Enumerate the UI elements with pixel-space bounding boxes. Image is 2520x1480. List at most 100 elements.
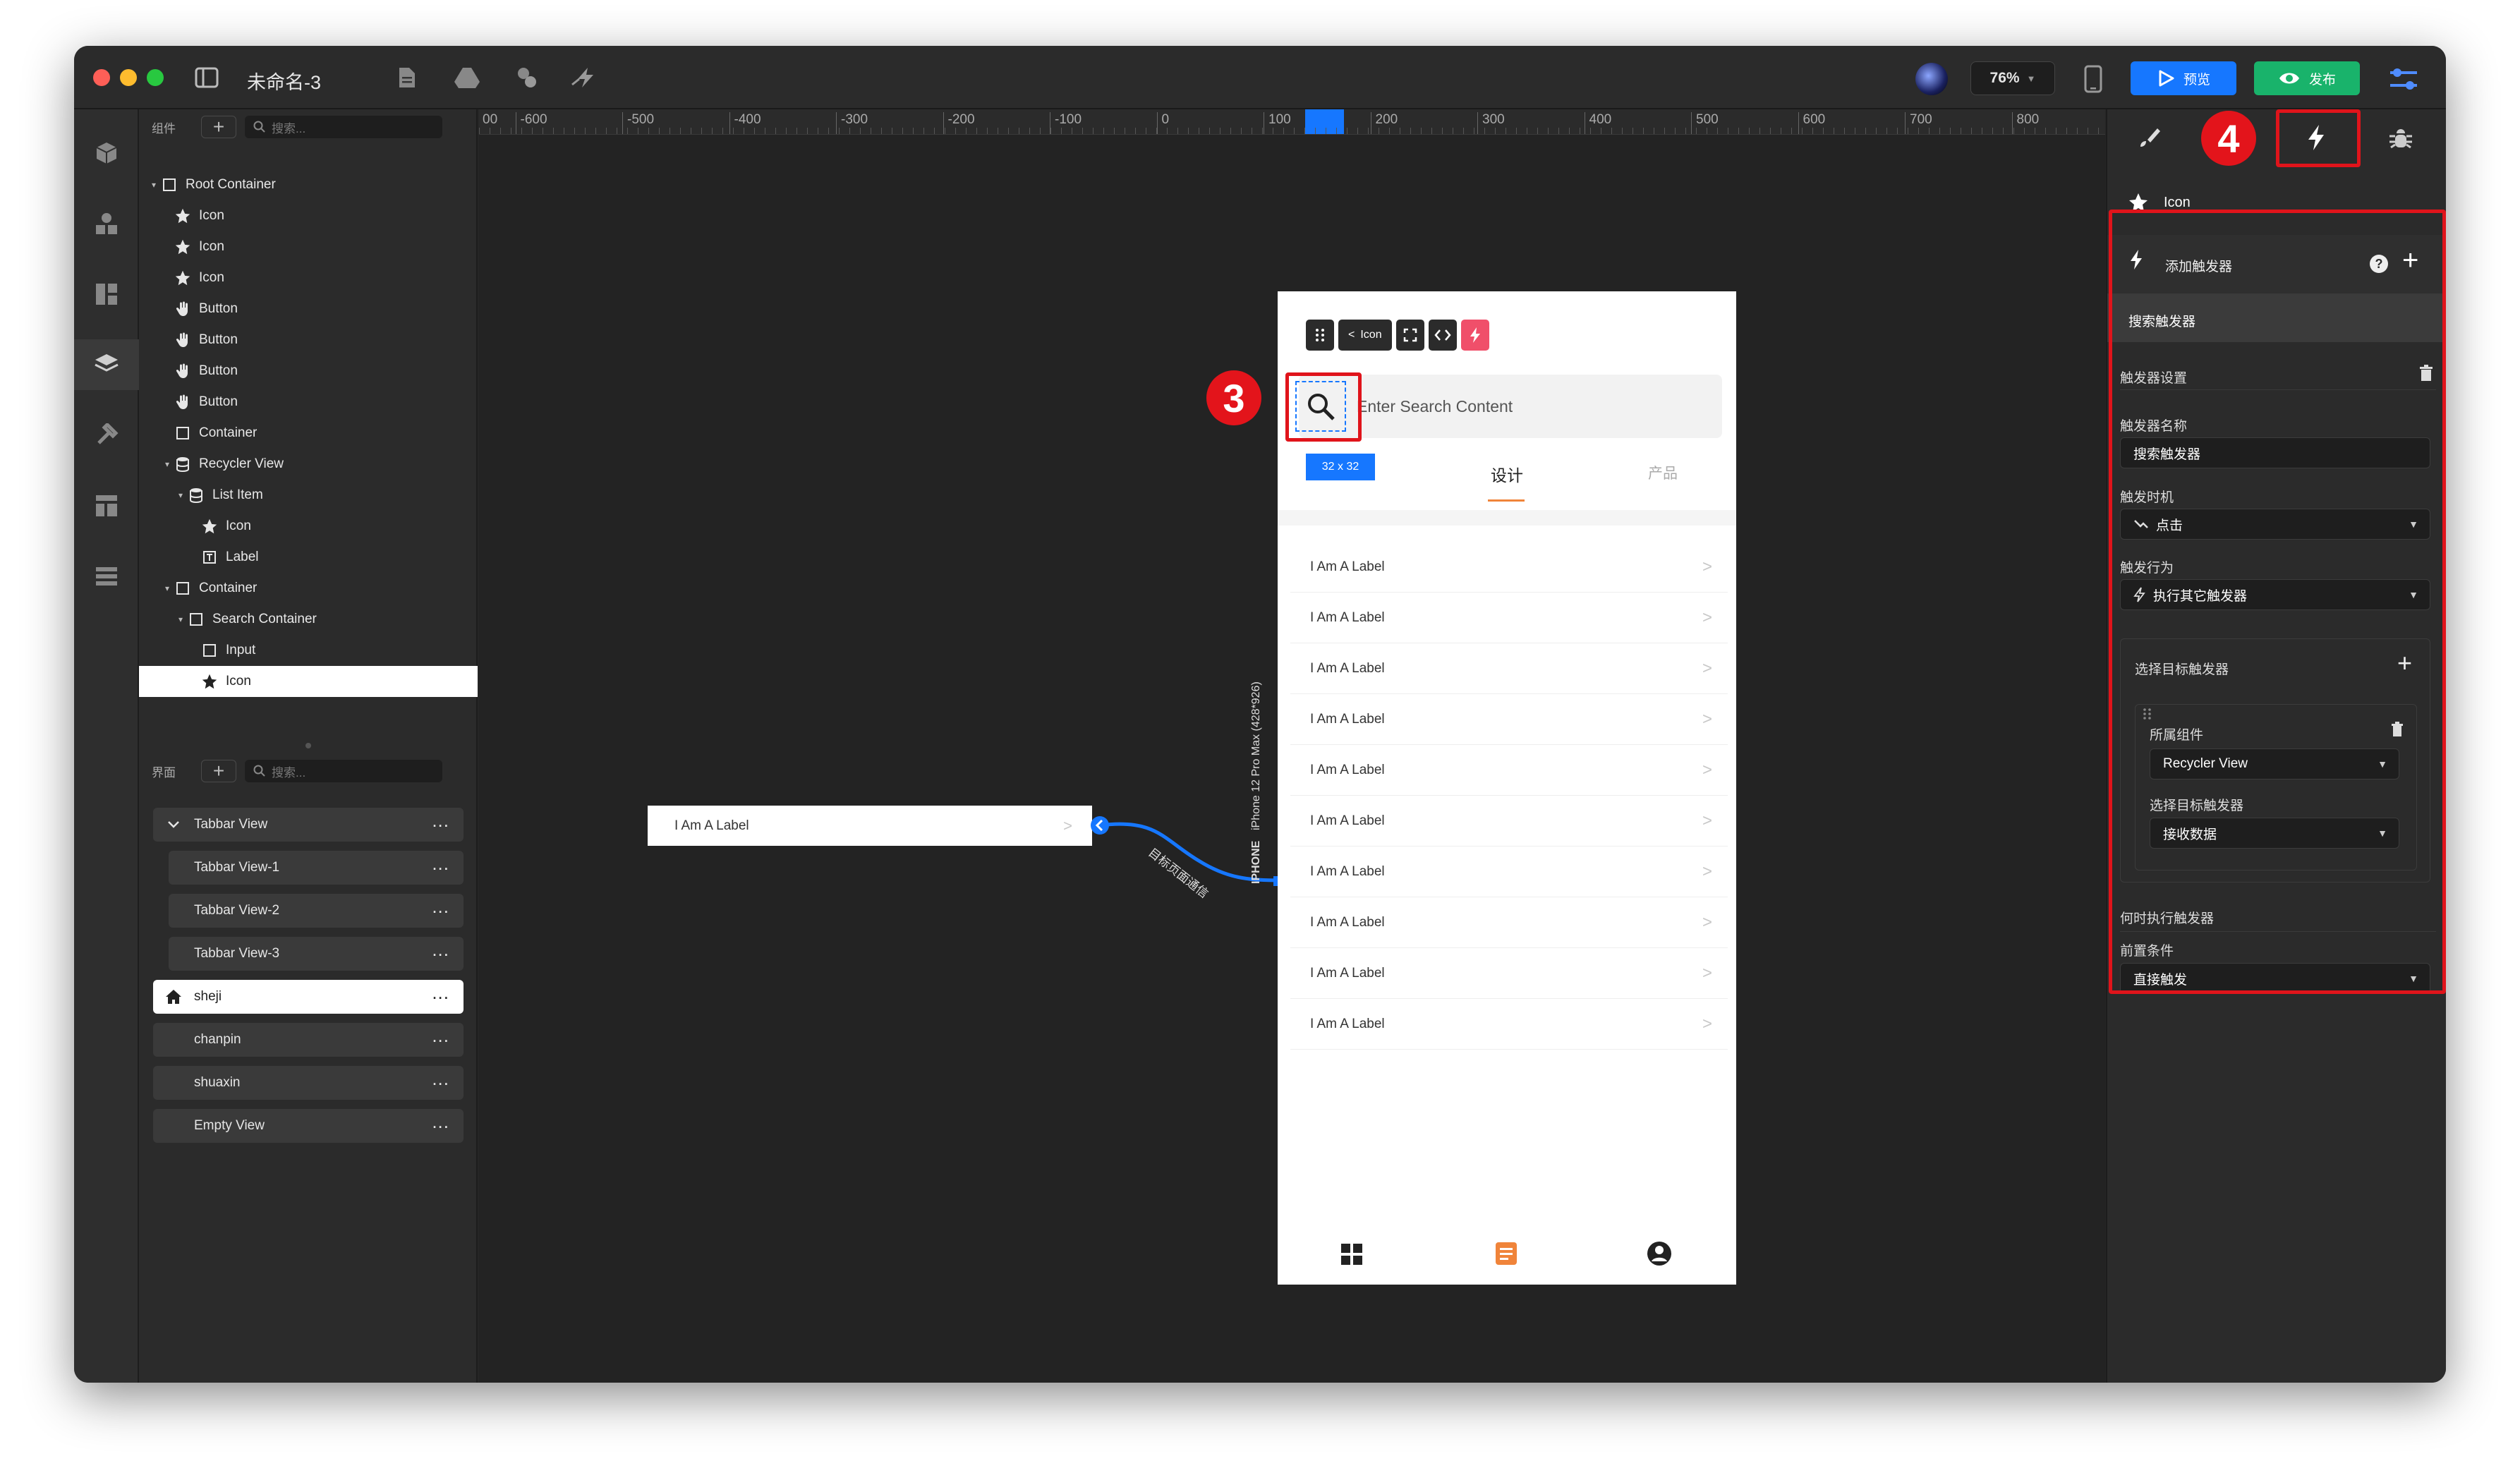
annotation-badge-4: 4	[2201, 111, 2256, 166]
list-item[interactable]: I Am A Label >	[1290, 897, 1728, 948]
more-options-icon[interactable]: ...	[432, 811, 449, 832]
more-options-icon[interactable]: ...	[432, 983, 449, 1005]
drive-icon[interactable]	[454, 65, 480, 90]
tab-product[interactable]: 产品	[1648, 462, 1678, 483]
layer-item[interactable]: Icon	[139, 666, 478, 697]
rail-layers-icon[interactable]	[74, 339, 139, 390]
layer-item[interactable]: Icon	[139, 262, 478, 293]
select-parent-button[interactable]: < Icon	[1338, 320, 1392, 351]
design-canvas[interactable]: 00 -600 -500 -400 -300 -200 -100 0 100 200 300 400 5…	[479, 109, 2105, 1383]
page-item[interactable]: Empty View...	[153, 1109, 464, 1143]
list-item[interactable]: I Am A Label >	[1290, 999, 1728, 1050]
layer-item[interactable]: Button	[139, 293, 478, 324]
more-options-icon[interactable]: ...	[432, 1069, 449, 1091]
expand-arrow-icon[interactable]: ▾	[162, 583, 172, 593]
layer-item[interactable]: ▾ Root Container	[139, 169, 478, 200]
search-input[interactable]: Enter Search Content	[1357, 397, 1513, 416]
ruler-minor-tick	[1167, 128, 1168, 134]
rail-template-icon[interactable]	[74, 480, 139, 531]
page-item[interactable]: Tabbar View-1...	[169, 851, 464, 885]
list-item[interactable]: I Am A Label >	[1290, 745, 1728, 796]
fullscreen-icon[interactable]	[1395, 320, 1424, 351]
list-item[interactable]: I Am A Label >	[1290, 643, 1728, 694]
close-window-button[interactable]	[93, 69, 110, 86]
components-icon[interactable]	[514, 65, 541, 90]
rail-layout-icon[interactable]	[74, 269, 139, 320]
rail-shapes-icon[interactable]	[74, 198, 139, 249]
layer-item[interactable]: Icon	[139, 200, 478, 231]
layer-item[interactable]: Button	[139, 324, 478, 356]
pages-header: 界面 + 搜索...	[139, 753, 478, 789]
publish-button[interactable]: 发布	[2254, 61, 2360, 95]
page-item[interactable]: chanpin...	[153, 1023, 464, 1057]
tabbar-profile-icon[interactable]	[1646, 1240, 1673, 1267]
page-item[interactable]: Tabbar View-2...	[169, 894, 464, 928]
more-options-icon[interactable]: ...	[432, 854, 449, 875]
page-search-input[interactable]: 搜索...	[245, 760, 442, 782]
list-item-label: I Am A Label	[1310, 1016, 1385, 1031]
add-component-button[interactable]: +	[201, 116, 236, 138]
expand-arrow-icon[interactable]: ▾	[149, 180, 159, 190]
tabbar-grid-icon[interactable]	[1340, 1242, 1364, 1266]
sidebar-toggle-icon[interactable]	[194, 66, 219, 90]
rail-data-icon[interactable]	[74, 551, 139, 602]
more-options-icon[interactable]: ...	[432, 940, 449, 962]
layer-item[interactable]: ▾ Recycler View	[139, 449, 478, 480]
settings-sliders-icon[interactable]	[2388, 65, 2419, 93]
layer-item[interactable]: ▾ Search Container	[139, 604, 478, 635]
layer-item[interactable]: ▾ List Item	[139, 480, 478, 511]
layer-item[interactable]: Input	[139, 635, 478, 666]
more-options-icon[interactable]: ...	[432, 1026, 449, 1048]
ruler-minor-tick	[1929, 128, 1930, 134]
ruler-minor-tick	[1643, 128, 1644, 134]
avatar[interactable]	[1915, 63, 1948, 95]
list-item[interactable]: I Am A Label >	[1290, 948, 1728, 999]
expand-arrow-icon[interactable]: ▾	[176, 490, 186, 500]
layer-item[interactable]: Icon	[139, 511, 478, 542]
list-item[interactable]: I Am A Label >	[1290, 847, 1728, 897]
page-item[interactable]: Tabbar View-3...	[169, 937, 464, 971]
expand-arrow-icon[interactable]: ▾	[162, 459, 172, 469]
ruler-minor-tick	[1389, 128, 1390, 134]
ruler-minor-tick	[1537, 128, 1538, 134]
panel-splitter[interactable]	[139, 741, 478, 751]
code-icon[interactable]	[1428, 320, 1457, 351]
maximize-window-button[interactable]	[147, 69, 164, 86]
page-item[interactable]: shuaxin...	[153, 1066, 464, 1100]
layer-item[interactable]: ▾ Container	[139, 573, 478, 604]
tab-design[interactable]: 设计	[1491, 462, 1523, 486]
layer-item[interactable]: Button	[139, 356, 478, 387]
device-icon[interactable]	[2081, 64, 2105, 94]
rail-cube-icon[interactable]	[74, 128, 139, 178]
page-item[interactable]: sheji...	[153, 980, 464, 1014]
ruler-minor-tick	[1876, 128, 1877, 134]
more-options-icon[interactable]: ...	[432, 1112, 449, 1134]
list-item[interactable]: I Am A Label >	[1290, 593, 1728, 643]
lightning-tool-icon[interactable]	[570, 65, 601, 90]
list-item[interactable]: I Am A Label >	[1290, 542, 1728, 593]
document-icon[interactable]	[395, 65, 419, 90]
tabbar-document-icon[interactable]	[1494, 1241, 1518, 1266]
drag-handle-icon[interactable]	[1306, 320, 1334, 351]
layer-item[interactable]: Button	[139, 387, 478, 418]
preview-button[interactable]: 预览	[2131, 61, 2236, 95]
list-item[interactable]: I Am A Label >	[1290, 796, 1728, 847]
layer-item[interactable]: Icon	[139, 231, 478, 262]
debug-tab-bug-icon[interactable]	[2358, 109, 2443, 166]
expand-arrow-icon[interactable]: ▾	[176, 614, 186, 624]
component-search-input[interactable]: 搜索...	[245, 116, 442, 138]
trigger-icon[interactable]	[1460, 320, 1489, 351]
zoom-select[interactable]: 76% ▼	[1970, 61, 2055, 95]
rail-hammer-icon[interactable]	[74, 410, 139, 461]
minimize-window-button[interactable]	[120, 69, 137, 86]
ruler-minor-tick	[1971, 128, 1972, 134]
tab-divider	[1278, 510, 1736, 526]
style-tab-brush-icon[interactable]	[2107, 109, 2192, 166]
page-item[interactable]: Tabbar View...	[153, 808, 464, 842]
more-options-icon[interactable]: ...	[432, 897, 449, 918]
list-item[interactable]: I Am A Label >	[1290, 694, 1728, 745]
add-page-button[interactable]: +	[201, 760, 236, 782]
floating-list-item[interactable]: I Am A Label >	[648, 806, 1092, 846]
layer-item[interactable]: Label	[139, 542, 478, 573]
layer-item[interactable]: Container	[139, 418, 478, 449]
